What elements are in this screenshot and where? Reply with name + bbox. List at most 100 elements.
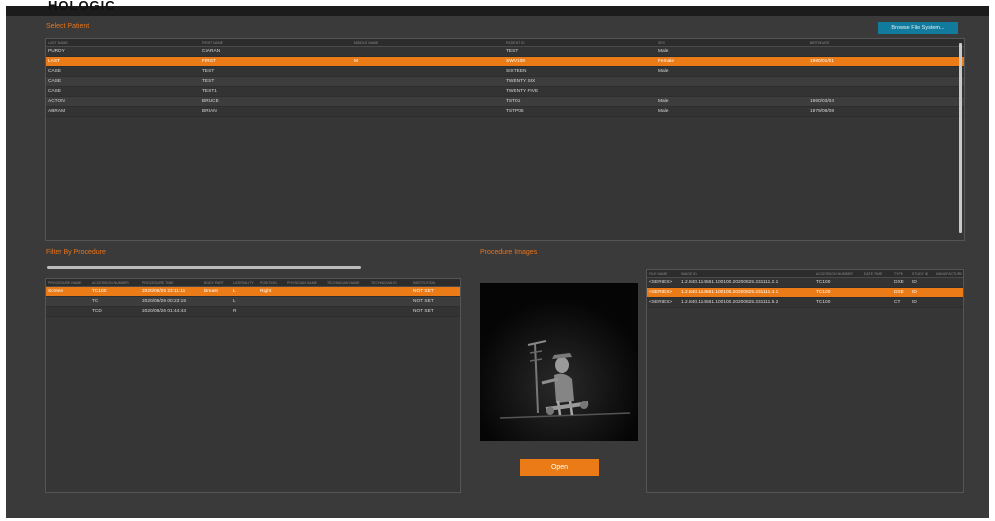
column-header[interactable]: PROCEDURE TIME <box>140 279 202 286</box>
table-row[interactable]: <SERIES> 1.2.840.114561.100100.20200825.2… <box>647 298 963 308</box>
table-cell: 2020/08/25 23:11:11 <box>142 289 186 294</box>
table-cell: TEST1 <box>202 89 217 94</box>
table-cell: 1.2.840.114561.100100.20200825.231111.2.… <box>681 280 779 285</box>
column-header[interactable]: TYPE <box>892 270 910 277</box>
table-cell <box>352 107 504 116</box>
table-cell: CT <box>894 300 901 305</box>
table-cell: NOT SET <box>413 309 434 314</box>
table-cell: PURDY <box>48 49 65 54</box>
column-header[interactable]: PATIENT ID <box>504 39 656 46</box>
table-cell: TEST <box>202 69 215 74</box>
column-header[interactable]: IMAGE ID <box>679 270 814 277</box>
table-row[interactable]: CASE TEST1 TWENTY FIVE <box>46 87 964 97</box>
image-preview <box>480 283 638 441</box>
table-cell: TWENTY FIVE <box>506 89 539 94</box>
table-cell <box>285 297 325 306</box>
table-row[interactable]: TCD 2020/08/26 01:44:43 R NOT SET <box>46 307 460 317</box>
table-row[interactable]: LAST FIRST M SWV108 Female 1980/01/01 <box>46 57 964 67</box>
table-cell: TSTP05 <box>506 109 524 114</box>
patient-table-header: LAST NAME FIRST NAME MIDDLE NAME PATIENT ID… <box>46 39 964 47</box>
column-header[interactable]: BIRTHDATE <box>808 39 958 46</box>
table-cell: TC100 <box>816 290 831 295</box>
column-header[interactable]: FILE NAME <box>647 270 679 277</box>
column-header[interactable]: MIDDLE NAME <box>352 39 504 46</box>
column-header[interactable]: TECHNICIAN ID <box>369 279 411 286</box>
table-row[interactable]: <SERIES> 1.2.840.114561.100100.20200825.2… <box>647 278 963 288</box>
table-cell <box>862 278 892 287</box>
column-header[interactable]: BODY PART <box>202 279 231 286</box>
mammogram-thumbnail-icon <box>480 283 638 441</box>
app-window: HOLOGIC Select Patient Browse File Syste… <box>6 0 989 518</box>
table-cell: CASE <box>48 69 62 74</box>
table-cell: DXE <box>894 290 904 295</box>
table-cell: TST01 <box>506 99 521 104</box>
column-header[interactable]: LAST NAME <box>46 39 200 46</box>
table-cell: 1.2.840.114561.100100.20200825.231111.4.… <box>681 290 779 295</box>
column-header[interactable]: LATERALITY <box>231 279 258 286</box>
table-cell: FIRST <box>202 59 216 64</box>
table-cell <box>862 288 892 297</box>
table-cell <box>352 87 504 96</box>
column-header[interactable]: SEX <box>656 39 808 46</box>
table-row[interactable]: CASE TEST TWENTY SIX <box>46 77 964 87</box>
table-cell: 2020/08/26 00:23:15 <box>142 299 187 304</box>
column-header[interactable]: INSTITUTION <box>411 279 460 286</box>
table-cell: TEST <box>202 79 215 84</box>
patient-table-scrollbar[interactable] <box>959 43 962 233</box>
patient-table-body: PURDY CIARAN TEST Male LAST FIRST M SWV108 Femal… <box>46 47 964 117</box>
table-row[interactable]: ABRAM BRIAN TSTP05 Male 1979/08/08 <box>46 107 964 117</box>
table-cell <box>369 297 411 306</box>
table-cell: M <box>354 59 358 64</box>
table-cell <box>258 307 285 316</box>
table-cell: TEST <box>506 49 519 54</box>
open-button[interactable]: Open <box>520 459 599 476</box>
table-cell: <SERIES> <box>649 280 673 285</box>
column-header[interactable]: PHYSICIAN NAME <box>285 279 325 286</box>
table-row[interactable]: ACTON BRUCE TST01 Male 1960/03/04 <box>46 97 964 107</box>
table-cell: ID <box>912 280 917 285</box>
procedure-table-header: PROCEDURE NAME ACCESSION NUMBER PROCEDURE … <box>46 279 460 287</box>
table-cell <box>934 278 962 287</box>
table-cell <box>202 307 231 316</box>
table-cell: TC100 <box>816 280 831 285</box>
table-cell: TC <box>92 299 99 304</box>
procedure-horizontal-scrollbar[interactable] <box>47 266 361 269</box>
table-row[interactable]: <SERIES> 1.2.840.114561.100100.20200825.2… <box>647 288 963 298</box>
table-cell: Male <box>658 49 669 54</box>
table-cell: 1.2.840.114561.100100.20200825.231111.5.… <box>681 300 779 305</box>
table-cell: NOT SET <box>413 289 434 294</box>
app-title: HOLOGIC <box>48 0 116 13</box>
table-cell: CASE <box>48 89 62 94</box>
table-cell <box>862 298 892 307</box>
browse-file-system-button[interactable]: Browse File System... <box>878 22 958 34</box>
column-header[interactable]: FIRST NAME <box>200 39 352 46</box>
table-cell: Male <box>658 99 669 104</box>
table-cell: ID <box>912 290 917 295</box>
table-row[interactable]: CASE TEST SIXTEEN Male <box>46 67 964 77</box>
column-header[interactable]: DATE TIME <box>862 270 892 277</box>
table-cell <box>808 67 958 76</box>
table-cell: Female <box>658 59 674 64</box>
column-header[interactable]: POSITION <box>258 279 285 286</box>
column-header[interactable]: STUDY ID <box>910 270 934 277</box>
table-cell <box>369 287 411 296</box>
table-cell: SWV108 <box>506 59 525 64</box>
table-cell: ABRAM <box>48 109 66 114</box>
column-header[interactable]: ACCESSION NUMBER <box>814 270 862 277</box>
table-cell: 1960/03/04 <box>810 99 835 104</box>
table-cell: CASE <box>48 79 62 84</box>
column-header[interactable]: ACCESSION NUMBER <box>90 279 140 286</box>
column-header[interactable]: MANUFACTURER <box>934 270 962 277</box>
table-row[interactable]: TC 2020/08/26 00:23:15 L NOT SET <box>46 297 460 307</box>
table-row[interactable]: PURDY CIARAN TEST Male <box>46 47 964 57</box>
table-cell <box>285 287 325 296</box>
column-header[interactable]: PROCEDURE NAME <box>46 279 90 286</box>
table-cell: Male <box>658 109 669 114</box>
table-cell: <SERIES> <box>649 290 673 295</box>
table-cell <box>46 297 90 306</box>
table-cell <box>808 77 958 86</box>
table-row[interactable]: Screen TC100 2020/08/25 23:11:11 Breast L Rig… <box>46 287 460 297</box>
column-header[interactable]: TECHNICIAN NAME <box>325 279 369 286</box>
table-cell <box>325 287 369 296</box>
table-cell <box>934 288 962 297</box>
